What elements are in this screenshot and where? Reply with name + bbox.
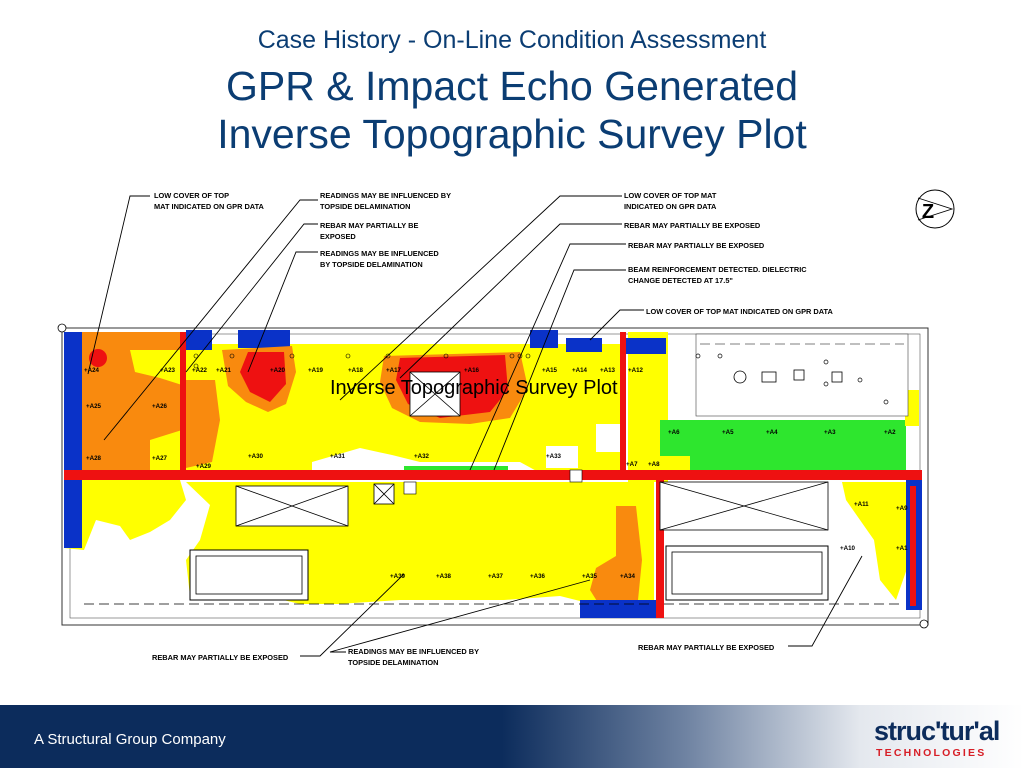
point-a35: +A35 — [582, 573, 598, 580]
callout-low-cover-3: LOW COVER OF TOP MAT INDICATED ON GPR DA… — [646, 307, 833, 316]
point-a32: +A32 — [414, 453, 430, 460]
point-a21: +A21 — [216, 367, 232, 374]
point-a28: +A28 — [86, 455, 102, 462]
point-a37: +A37 — [488, 573, 504, 580]
bay-right-green — [660, 420, 906, 472]
point-a25: +A25 — [86, 403, 102, 410]
structural-logo: struc'tur'al TECHNOLOGIES — [874, 716, 1000, 759]
mid-green-strip — [404, 466, 508, 470]
footer-company-text: A Structural Group Company — [34, 731, 226, 748]
callout-rebar-bottom-2: REBAR MAY PARTIALLY BE EXPOSED — [638, 643, 775, 652]
point-a8: +A8 — [648, 461, 660, 468]
point-a33: +A33 — [546, 453, 562, 460]
point-a30: +A30 — [248, 453, 264, 460]
svg-text:TECHNOLOGIES: TECHNOLOGIES — [876, 747, 986, 759]
point-a20: +A20 — [270, 367, 286, 374]
point-a27: +A27 — [152, 455, 168, 462]
callout-rebar-bottom-1: REBAR MAY PARTIALLY BE EXPOSED — [152, 653, 289, 662]
bottom-left-blue — [64, 480, 82, 548]
bay-right-yellow-corner — [660, 456, 690, 472]
point-a17: +A17 — [386, 367, 402, 374]
point-a16: +A16 — [464, 367, 480, 374]
point-a13: +A13 — [600, 367, 616, 374]
bottom-right-red-edge — [910, 486, 916, 606]
north-label: Z — [922, 201, 934, 223]
callout-delamination-1: READINGS MAY BE INFLUENCED BY TOPSIDE DE… — [320, 191, 453, 211]
callout-low-cover-1: LOW COVER OF TOP MAT INDICATED ON GPR DA… — [154, 191, 265, 211]
beam-horizontal — [64, 470, 922, 480]
bottom-right-box — [665, 545, 829, 601]
callout-rebar-1: REBAR MAY PARTIALLY BE EXPOSED — [320, 221, 420, 241]
point-a29: +A29 — [196, 463, 212, 470]
point-a22: +A22 — [192, 367, 208, 374]
bottom-mid-blue — [580, 600, 656, 618]
point-a23: +A23 — [160, 367, 176, 374]
point-a36: +A36 — [530, 573, 546, 580]
point-a19: +A19 — [308, 367, 324, 374]
callout-rebar-2: REBAR MAY PARTIALLY BE EXPOSED — [624, 221, 761, 230]
bay-right-white-zone — [695, 333, 909, 417]
callout-rebar-3: REBAR MAY PARTIALLY BE EXPOSED — [628, 241, 765, 250]
plot-overlay-label: Inverse Topographic Survey Plot — [330, 377, 618, 399]
point-a15: +A15 — [542, 367, 558, 374]
point-a1: +A1 — [896, 545, 908, 552]
point-a38: +A38 — [436, 573, 452, 580]
point-a7: +A7 — [626, 461, 638, 468]
point-a24: +A24 — [84, 367, 100, 374]
point-a10: +A10 — [840, 545, 856, 552]
beam-vertical-2 — [620, 332, 626, 472]
bay-left-blue-edge — [64, 332, 82, 472]
point-a12: +A12 — [628, 367, 644, 374]
beam-vertical-1 — [180, 332, 186, 472]
point-a26: +A26 — [152, 403, 168, 410]
bay-right-blue — [626, 338, 666, 354]
survey-plot: Inverse Topographic Survey Plot Z LOW CO… — [57, 189, 955, 667]
point-a4: +A4 — [766, 429, 778, 436]
point-a5: +A5 — [722, 429, 734, 436]
point-a18: +A18 — [348, 367, 364, 374]
callout-low-cover-2: LOW COVER OF TOP MAT INDICATED ON GPR DA… — [624, 191, 718, 211]
point-a3: +A3 — [824, 429, 836, 436]
bottom-mid-box-left — [189, 549, 309, 601]
point-a6: +A6 — [668, 429, 680, 436]
svg-text:struc'tur'al: struc'tur'al — [874, 716, 999, 746]
point-a39: +A39 — [390, 573, 406, 580]
point-a9: +A9 — [896, 505, 908, 512]
blue-block-1 — [186, 330, 212, 350]
point-a2: +A2 — [884, 429, 896, 436]
point-a14: +A14 — [572, 367, 588, 374]
point-a31: +A31 — [330, 453, 346, 460]
point-a11: +A11 — [854, 501, 869, 508]
callout-delamination-2: READINGS MAY BE INFLUENCED BY TOPSIDE DE… — [320, 249, 441, 269]
mid-white-patch-3 — [596, 424, 622, 452]
callout-beam-reinforcement: BEAM REINFORCEMENT DETECTED. DIELECTRIC … — [628, 265, 809, 285]
point-a34: +A34 — [620, 573, 636, 580]
blue-block-4 — [566, 338, 602, 352]
callout-delamination-bottom: READINGS MAY BE INFLUENCED BY TOPSIDE DE… — [348, 647, 481, 667]
